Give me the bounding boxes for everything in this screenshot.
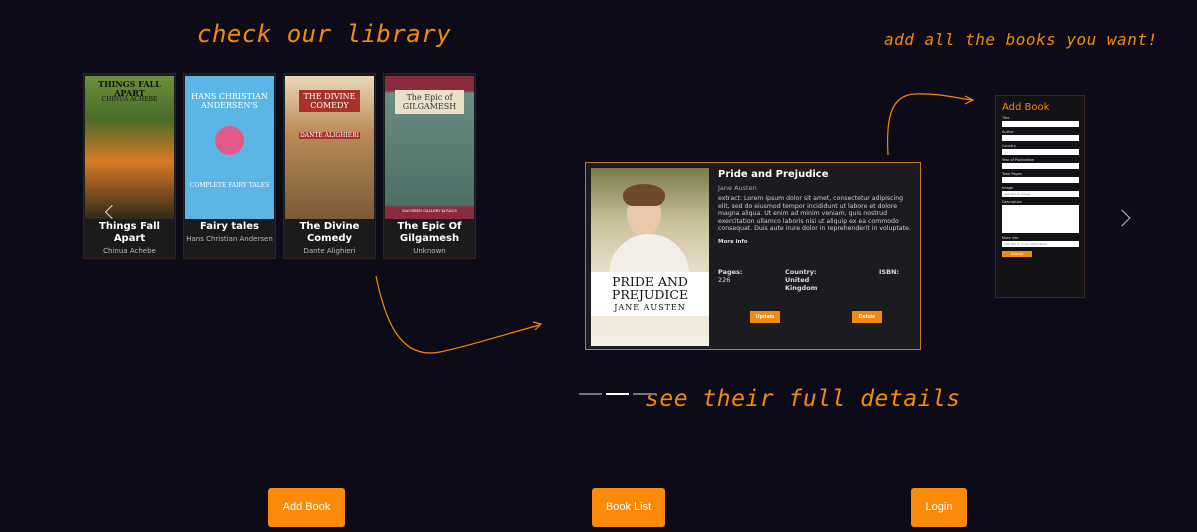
pages-meta: Pages: 226 [718,268,743,284]
detail-author: Jane Austen [718,184,757,192]
add-book-button[interactable]: Add Book [268,488,345,527]
cover-subtitle: COMPLETE FAIRY TALES [189,182,270,189]
pages-value: 226 [718,276,731,284]
form-title: Add Book [1002,102,1050,113]
detail-book-cover: PRIDE AND PREJUDICE JANE AUSTEN [591,168,709,346]
book-author: Unknown [413,247,446,255]
portrait-hair [623,184,665,206]
cover-subtitle: DANTE ALIGHIERI [299,132,360,139]
detail-info: Pride and Prejudice Jane Austen extract:… [718,169,914,245]
image-input[interactable]: Add link to image [1002,191,1079,197]
country-label: Country: [785,268,817,276]
flower-illustration [215,126,244,155]
book-cover: HANS CHRISTIAN ANDERSEN'S COMPLETE FAIRY… [185,76,274,219]
cover-title: PRIDE AND PREJUDICE [611,274,689,302]
cover-title: THE DIVINE COMEDY [299,90,360,112]
year-input[interactable] [1002,163,1079,169]
add-book-form: Add Book Title Author Country Year of Pu… [995,95,1085,298]
pages-label: Pages: [718,268,743,276]
book-cover: THINGS FALL APART CHINUA ACHEBE [85,76,174,219]
book-card[interactable]: The Epic of GILGAMESH MAUREEN GALLERY KO… [383,73,476,259]
submit-button[interactable]: Submit [1002,251,1032,257]
country-meta: Country: United Kingdom [785,268,825,292]
book-card[interactable]: HANS CHRISTIAN ANDERSEN'S COMPLETE FAIRY… [183,73,276,259]
book-author: Dante Alighieri [303,247,356,255]
update-button[interactable]: Update [750,311,780,323]
cover-title-band: PRIDE AND PREJUDICE JANE AUSTEN [591,272,709,316]
book-title: Fairy tales [199,221,260,232]
cover-title: The Epic of GILGAMESH [395,90,464,114]
more-info-link[interactable]: More info [718,239,914,245]
title-input[interactable] [1002,121,1079,127]
book-card[interactable]: THINGS FALL APART CHINUA ACHEBE Things F… [83,73,176,259]
isbn-label: ISBN: [879,268,900,276]
book-cover: THE DIVINE COMEDY DANTE ALIGHIERI [285,76,374,219]
book-title: Things Fall Apart [99,221,160,244]
more-info-input[interactable]: Add link to more information [1002,241,1079,247]
description-textarea[interactable] [1002,205,1079,233]
book-title: The Epic Of Gilgamesh [397,221,462,244]
carousel-dot-active[interactable] [606,393,629,395]
cover-subtitle: MAUREEN GALLERY KOVACS [402,209,457,213]
cover-author: JANE AUSTEN [614,303,686,312]
detail-title: Pride and Prejudice [718,169,829,180]
pages-input[interactable] [1002,177,1079,183]
book-card[interactable]: THE DIVINE COMEDY DANTE ALIGHIERI The Di… [283,73,376,259]
cover-subtitle: CHINUA ACHEBE [101,96,158,103]
book-detail-card: PRIDE AND PREJUDICE JANE AUSTEN Pride an… [585,162,921,350]
delete-button[interactable]: Delete [852,311,882,323]
book-title: The Divine Comedy [299,221,360,244]
library-book-list: THINGS FALL APART CHINUA ACHEBE Things F… [83,73,476,259]
carousel-indicators [579,393,656,395]
cover-title: HANS CHRISTIAN ANDERSEN'S [191,92,268,110]
author-input[interactable] [1002,135,1079,141]
carousel-dot[interactable] [633,393,656,395]
detail-extract: extract: Lorem ipsum dolor sit amet, con… [718,195,911,233]
book-cover: The Epic of GILGAMESH MAUREEN GALLERY KO… [385,76,474,219]
country-input[interactable] [1002,149,1079,155]
login-button[interactable]: Login [911,488,967,527]
book-list-button[interactable]: Book List [592,488,665,527]
book-author: Chinua Achebe [103,247,156,255]
isbn-meta: ISBN: [879,268,899,276]
book-author: Hans Christian Andersen [186,235,273,243]
country-value: United Kingdom [785,276,818,292]
carousel-dot[interactable] [579,393,602,395]
